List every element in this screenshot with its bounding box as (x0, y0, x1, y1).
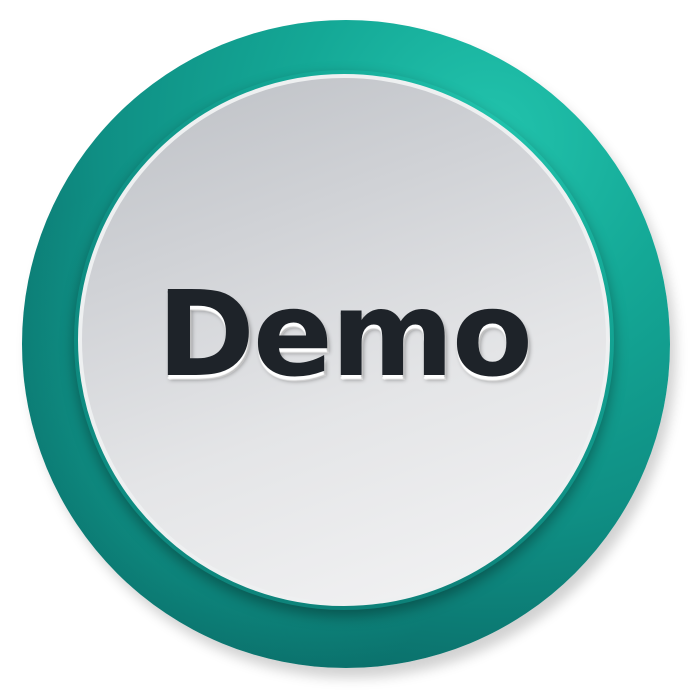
canvas: Demo Demo (0, 0, 700, 700)
button-face[interactable]: Demo Demo (78, 74, 610, 606)
demo-button[interactable]: Demo Demo (22, 20, 670, 668)
button-label: Demo (156, 267, 533, 405)
